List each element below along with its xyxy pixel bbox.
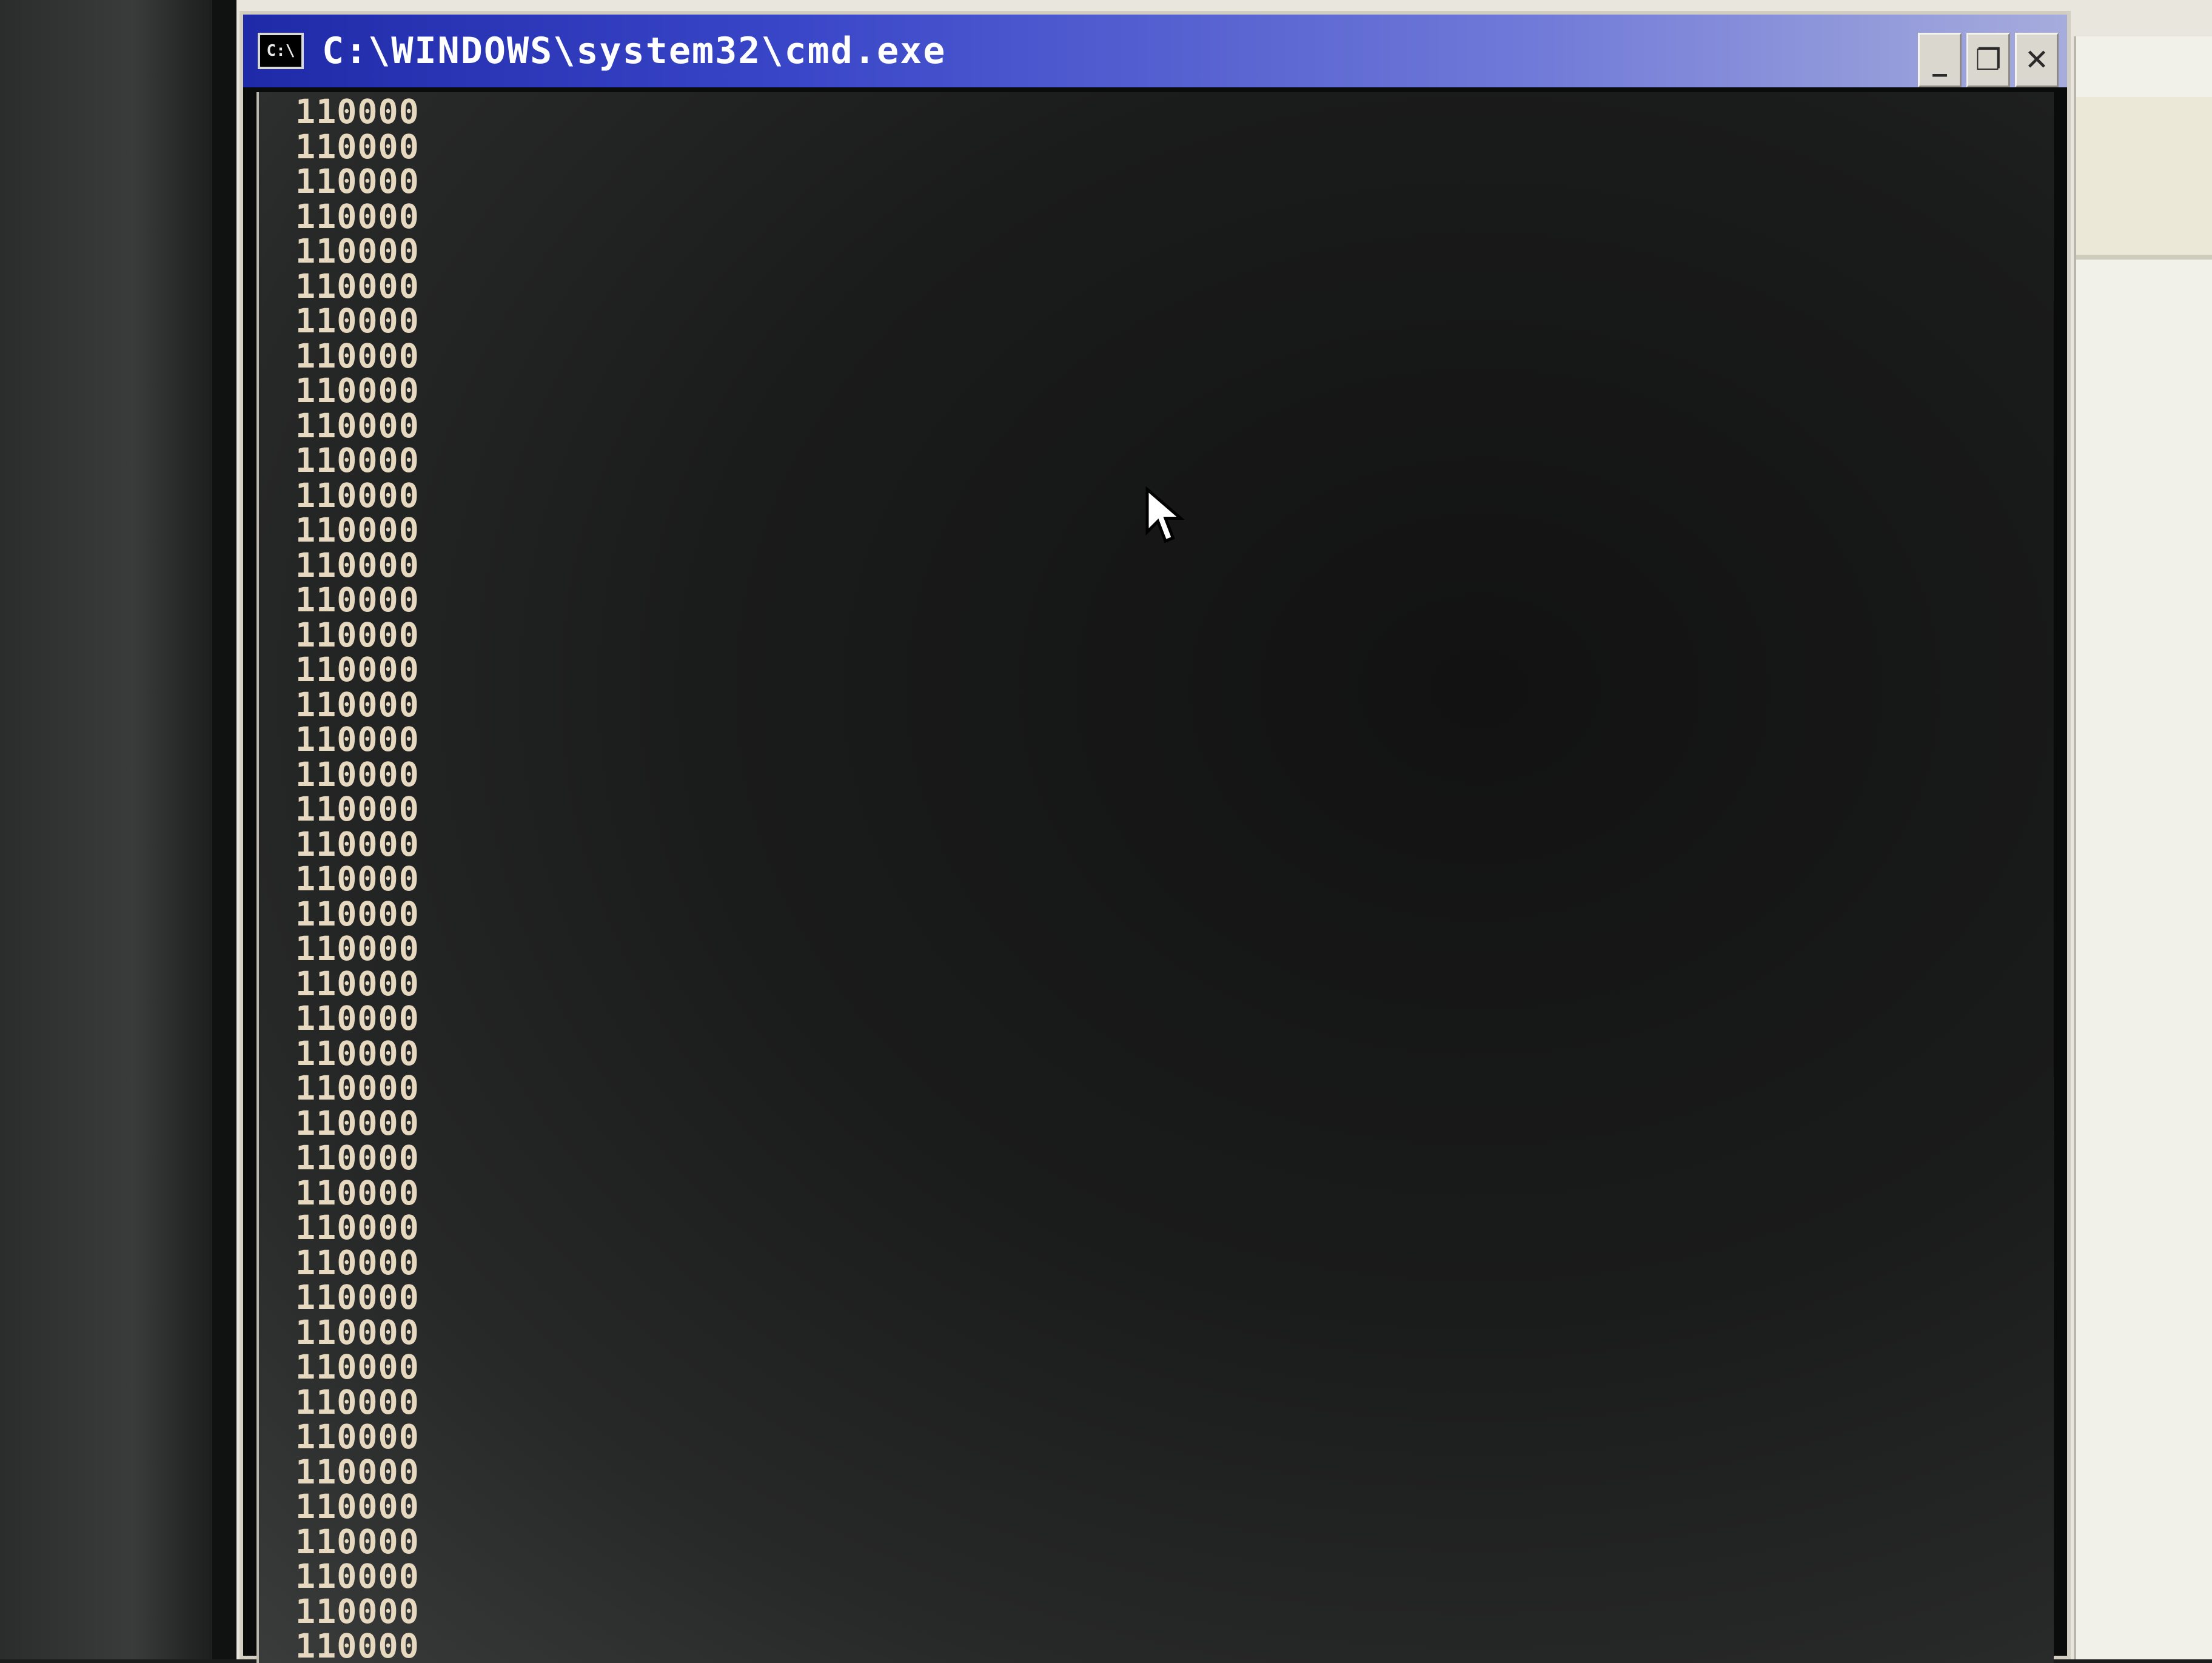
console-line: 110000: [295, 545, 420, 585]
console-line: 110000: [295, 1452, 420, 1491]
console-line: 110000: [295, 650, 420, 689]
console-line: 110000: [295, 1557, 420, 1596]
monitor-bezel-edge: [212, 0, 236, 1659]
console-line: 110000: [295, 197, 420, 236]
console-line: 110000: [295, 1417, 420, 1456]
mouse-cursor-icon: [1145, 486, 1185, 543]
monitor-bezel: [0, 0, 243, 1659]
console-line: 110000: [295, 999, 420, 1038]
minimize-button[interactable]: _: [1918, 33, 1962, 87]
console-line: 110000: [295, 824, 420, 864]
console-line: 110000: [295, 1278, 420, 1317]
console-line: 110000: [295, 964, 420, 1003]
console-line: 110000: [295, 1312, 420, 1352]
window-controls: _ ❐ ✕: [1918, 33, 2059, 87]
background-window[interactable]: [2074, 36, 2212, 1659]
console-line: 110000: [295, 685, 420, 724]
console-line: 110000: [295, 406, 420, 445]
console-line: 110000: [295, 162, 420, 201]
console-line: 110000: [295, 1487, 420, 1526]
console-line: 110000: [295, 1627, 420, 1663]
console-line: 110000: [295, 790, 420, 828]
console-line: 110000: [295, 336, 420, 375]
console-line: 110000: [295, 894, 420, 933]
console-line: 110000: [295, 127, 420, 166]
console-line: 110000: [295, 301, 420, 340]
restore-button[interactable]: ❐: [1966, 33, 2010, 87]
console-line: 110000: [295, 580, 420, 619]
console-line: 110000: [295, 1138, 420, 1177]
console-line: 110000: [295, 232, 420, 270]
background-window-toolbar: [2076, 97, 2212, 260]
close-button[interactable]: ✕: [2015, 33, 2059, 87]
console-line: 110000: [295, 1243, 420, 1282]
console-line: 110000: [295, 1173, 420, 1212]
console-line: 110000: [295, 92, 420, 131]
cmd-window[interactable]: C:\ C:\WINDOWS\system32\cmd.exe _ ❐ ✕ 11…: [240, 11, 2071, 1663]
console-line: 110000: [295, 1069, 420, 1107]
console-line: 110000: [295, 266, 420, 306]
cmd-icon[interactable]: C:\: [258, 33, 304, 69]
console-line: 110000: [295, 859, 420, 898]
console-line: 110000: [295, 1208, 420, 1247]
console-line: 110000: [295, 754, 420, 794]
window-title: C:\WINDOWS\system32\cmd.exe: [322, 30, 947, 72]
console-lines: 110000 110000 110000 110000 110000 110000 1100…: [295, 92, 420, 1663]
console-line: 110000: [295, 1382, 420, 1422]
console-line: 110000: [295, 1591, 420, 1631]
console-line: 110000: [295, 720, 420, 759]
console-line: 110000: [295, 1103, 420, 1143]
console-line: 110000: [295, 371, 420, 410]
console-line: 110000: [295, 475, 420, 515]
console-line: 110000: [295, 1348, 420, 1386]
console-output[interactable]: 110000 110000 110000 110000 110000 110000 1100…: [256, 92, 2054, 1663]
title-bar[interactable]: C:\ C:\WINDOWS\system32\cmd.exe _ ❐ ✕: [243, 15, 2067, 87]
console-line: 110000: [295, 1033, 420, 1073]
console-line: 110000: [295, 929, 420, 968]
console-line: 110000: [295, 615, 420, 654]
console-line: 110000: [295, 441, 420, 480]
console-line: 110000: [295, 1522, 420, 1561]
console-line: 110000: [295, 511, 420, 549]
